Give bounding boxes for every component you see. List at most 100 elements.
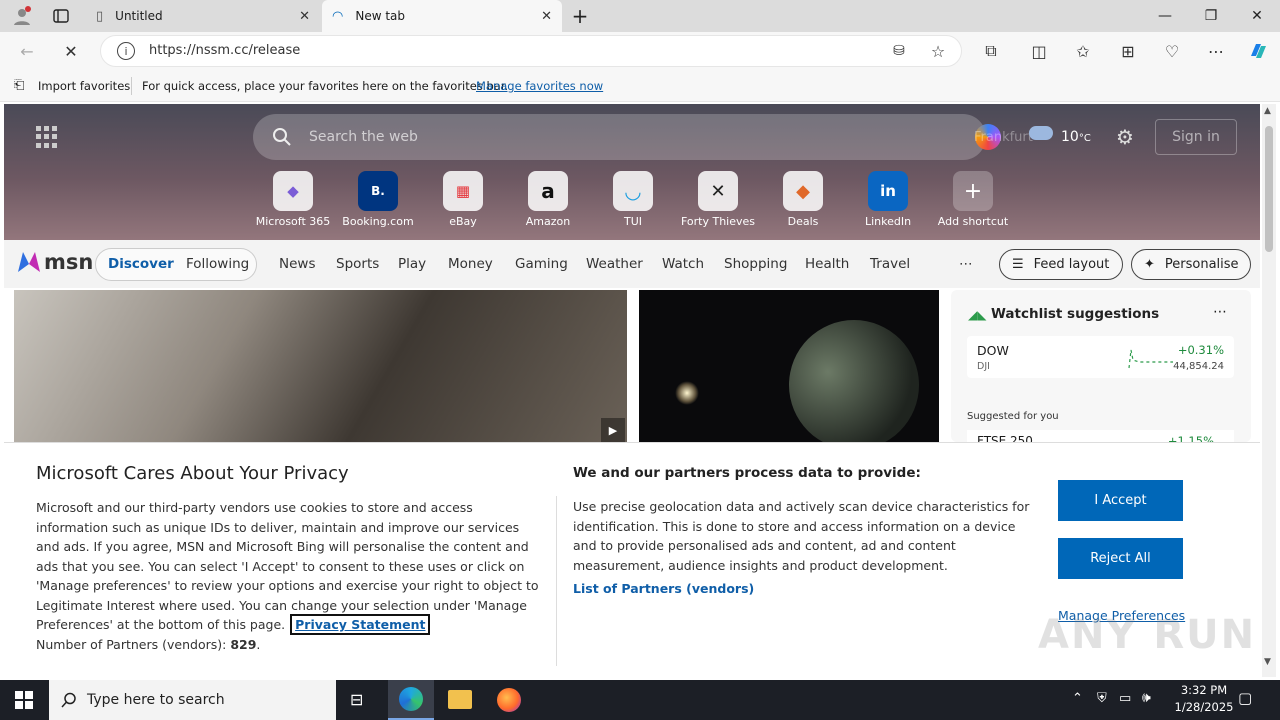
shortcut-label: Booking.com bbox=[342, 215, 414, 228]
temperature[interactable]: 10°C bbox=[1061, 129, 1091, 145]
tab-new-tab[interactable]: ◠ New tab ✕ bbox=[322, 0, 562, 32]
tab-following[interactable]: Following bbox=[186, 256, 249, 272]
network-icon[interactable]: ▭ bbox=[1119, 691, 1131, 706]
nav-gaming[interactable]: Gaming bbox=[515, 256, 568, 272]
shortcut-add[interactable]: + Add shortcut bbox=[933, 171, 1013, 228]
nav-weather[interactable]: Weather bbox=[586, 256, 643, 272]
privacy-divider bbox=[556, 496, 557, 666]
site-info-icon[interactable]: i bbox=[117, 42, 135, 60]
profile-icon[interactable] bbox=[10, 5, 34, 27]
copilot-icon[interactable] bbox=[1245, 38, 1271, 64]
nav-news[interactable]: News bbox=[279, 256, 315, 272]
nav-sports[interactable]: Sports bbox=[336, 256, 379, 272]
nav-health[interactable]: Health bbox=[805, 256, 849, 272]
shortcut-ebay[interactable]: ▦ eBay bbox=[423, 171, 503, 228]
shortcut-label: Deals bbox=[787, 215, 819, 228]
search-icon bbox=[272, 127, 292, 150]
task-view-icon[interactable]: ⊟ bbox=[350, 690, 363, 709]
address-text[interactable]: https://nssm.cc/release bbox=[149, 43, 300, 58]
web-search-placeholder[interactable]: Search the web bbox=[309, 129, 418, 145]
tracking-blocked-icon[interactable]: ⛁ bbox=[886, 38, 912, 64]
scroll-thumb[interactable] bbox=[1265, 126, 1273, 252]
nav-money[interactable]: Money bbox=[448, 256, 493, 272]
scroll-up-arrow[interactable]: ▲ bbox=[1264, 106, 1271, 116]
extensions-icon[interactable]: ⧉ bbox=[978, 38, 1004, 64]
privacy-body: Microsoft and our third-party vendors us… bbox=[36, 498, 544, 654]
clock-date[interactable]: 1/28/2025 bbox=[1168, 700, 1240, 714]
favorites-icon[interactable]: ✩ bbox=[1070, 38, 1096, 64]
partners-label: Number of Partners (vendors): bbox=[36, 636, 227, 652]
back-arrow-icon[interactable]: ← bbox=[14, 38, 40, 64]
news-card-space[interactable] bbox=[639, 290, 939, 450]
shortcut-tui[interactable]: ◡ TUI bbox=[593, 171, 673, 228]
shortcut-forty-thieves[interactable]: ✕ Forty Thieves bbox=[678, 171, 758, 228]
close-tab-icon[interactable]: ✕ bbox=[299, 9, 310, 24]
nav-shopping[interactable]: Shopping bbox=[724, 256, 787, 272]
shortcut-microsoft-365[interactable]: ◆ Microsoft 365 bbox=[253, 171, 333, 228]
reject-all-button[interactable]: Reject All bbox=[1058, 538, 1183, 579]
edge-taskbar-icon[interactable] bbox=[388, 680, 434, 720]
windows-start-icon[interactable] bbox=[15, 691, 33, 709]
scroll-down-arrow[interactable]: ▼ bbox=[1264, 657, 1271, 667]
nav-play[interactable]: Play bbox=[398, 256, 426, 272]
page-scrollbar[interactable]: ▲ ▼ bbox=[1262, 104, 1276, 677]
shortcut-label: LinkedIn bbox=[864, 215, 912, 228]
favorites-hint: For quick access, place your favorites h… bbox=[142, 79, 509, 93]
clock-time[interactable]: 3:32 PM bbox=[1174, 683, 1234, 697]
nav-travel[interactable]: Travel bbox=[870, 256, 910, 272]
watchlist-more-icon[interactable]: ⋯ bbox=[1213, 304, 1227, 320]
manage-favorites-link[interactable]: Manage favorites now bbox=[476, 79, 603, 93]
tray-overflow-icon[interactable]: ⌃ bbox=[1072, 691, 1083, 706]
stop-loading-icon[interactable]: ✕ bbox=[58, 38, 84, 64]
privacy-title: Microsoft Cares About Your Privacy bbox=[36, 463, 349, 484]
data-processing-body: Use precise geolocation data and activel… bbox=[573, 499, 1030, 573]
minimize-button[interactable]: — bbox=[1142, 0, 1188, 32]
weather-city[interactable]: Frankfurt bbox=[974, 130, 1033, 145]
watchlist-item[interactable]: DOW DJI +0.31% 44,854.24 bbox=[967, 336, 1234, 378]
split-screen-icon[interactable]: ◫ bbox=[1026, 38, 1052, 64]
tab-discover[interactable]: Discover bbox=[108, 256, 174, 272]
plus-icon: + bbox=[953, 171, 993, 211]
more-nav-icon[interactable]: ⋯ bbox=[959, 256, 973, 272]
accept-button[interactable]: I Accept bbox=[1058, 480, 1183, 521]
tab-untitled[interactable]: ▯ Untitled ✕ bbox=[86, 0, 320, 32]
privacy-statement-link[interactable]: Privacy Statement bbox=[290, 614, 431, 635]
nav-watch[interactable]: Watch bbox=[662, 256, 704, 272]
volume-icon[interactable]: 🕪 bbox=[1142, 690, 1151, 706]
shortcut-label: eBay bbox=[449, 215, 477, 228]
shortcut-booking[interactable]: B. Booking.com bbox=[338, 171, 418, 228]
more-menu-icon[interactable]: ⋯ bbox=[1203, 38, 1229, 64]
notifications-icon[interactable]: ▢ bbox=[1238, 689, 1252, 707]
firefox-icon[interactable] bbox=[497, 688, 521, 712]
browser-essentials-icon[interactable]: ♡ bbox=[1159, 38, 1185, 64]
import-favorites-icon[interactable]: ⎗ bbox=[14, 78, 24, 93]
personalise-button[interactable]: ✦ Personalise bbox=[1131, 249, 1251, 280]
new-tab-button[interactable]: + bbox=[568, 4, 592, 28]
restore-button[interactable]: ❐ bbox=[1188, 0, 1234, 32]
shortcut-amazon[interactable]: a Amazon bbox=[508, 171, 588, 228]
card-arrow-right-icon[interactable]: ▶ bbox=[601, 418, 625, 442]
security-tray-icon[interactable]: ⛨ bbox=[1097, 691, 1107, 706]
news-card-main[interactable]: ▶ bbox=[14, 290, 627, 442]
taskbar-search-box[interactable]: Type here to search bbox=[49, 680, 336, 720]
settings-gear-icon[interactable]: ⚙ bbox=[1116, 125, 1134, 149]
shortcut-label: TUI bbox=[623, 215, 642, 228]
collections-icon[interactable]: ⊞ bbox=[1115, 38, 1141, 64]
sign-in-button[interactable]: Sign in bbox=[1155, 119, 1237, 155]
sparkle-icon: ✦ bbox=[1144, 257, 1155, 272]
msn-logo[interactable]: msn bbox=[16, 250, 93, 274]
close-tab-icon[interactable]: ✕ bbox=[541, 9, 552, 24]
close-window-button[interactable]: ✕ bbox=[1234, 0, 1280, 32]
list-of-partners-link[interactable]: List of Partners (vendors) bbox=[573, 581, 754, 596]
shortcut-linkedin[interactable]: in LinkedIn bbox=[848, 171, 928, 228]
tab-actions-icon[interactable] bbox=[50, 6, 72, 26]
file-explorer-icon[interactable] bbox=[448, 690, 472, 709]
shortcut-label: Forty Thieves bbox=[680, 215, 756, 228]
shortcut-deals[interactable]: ◆ Deals bbox=[763, 171, 843, 228]
apps-grid-icon[interactable] bbox=[36, 126, 58, 148]
import-favorites-button[interactable]: Import favorites bbox=[38, 79, 130, 93]
favorite-star-icon[interactable]: ☆ bbox=[925, 38, 951, 64]
booking-icon: B. bbox=[358, 171, 398, 211]
star-glow bbox=[675, 381, 699, 405]
feed-layout-button[interactable]: ☰ Feed layout bbox=[999, 249, 1123, 280]
